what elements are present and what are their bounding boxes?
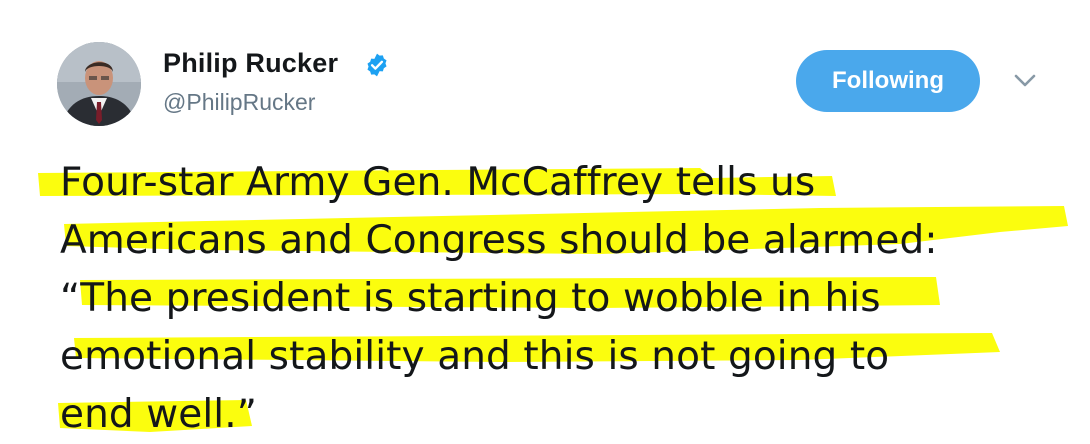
author-name[interactable]: Philip Rucker xyxy=(163,48,338,79)
author-avatar[interactable] xyxy=(57,42,141,126)
tweet-text: Four-star Army Gen. McCaffrey tells us A… xyxy=(60,160,938,437)
verified-badge-icon xyxy=(367,53,387,77)
author-handle[interactable]: @PhilipRucker xyxy=(163,89,315,116)
chevron-down-icon[interactable] xyxy=(1011,68,1039,92)
following-button[interactable]: Following xyxy=(796,50,980,112)
